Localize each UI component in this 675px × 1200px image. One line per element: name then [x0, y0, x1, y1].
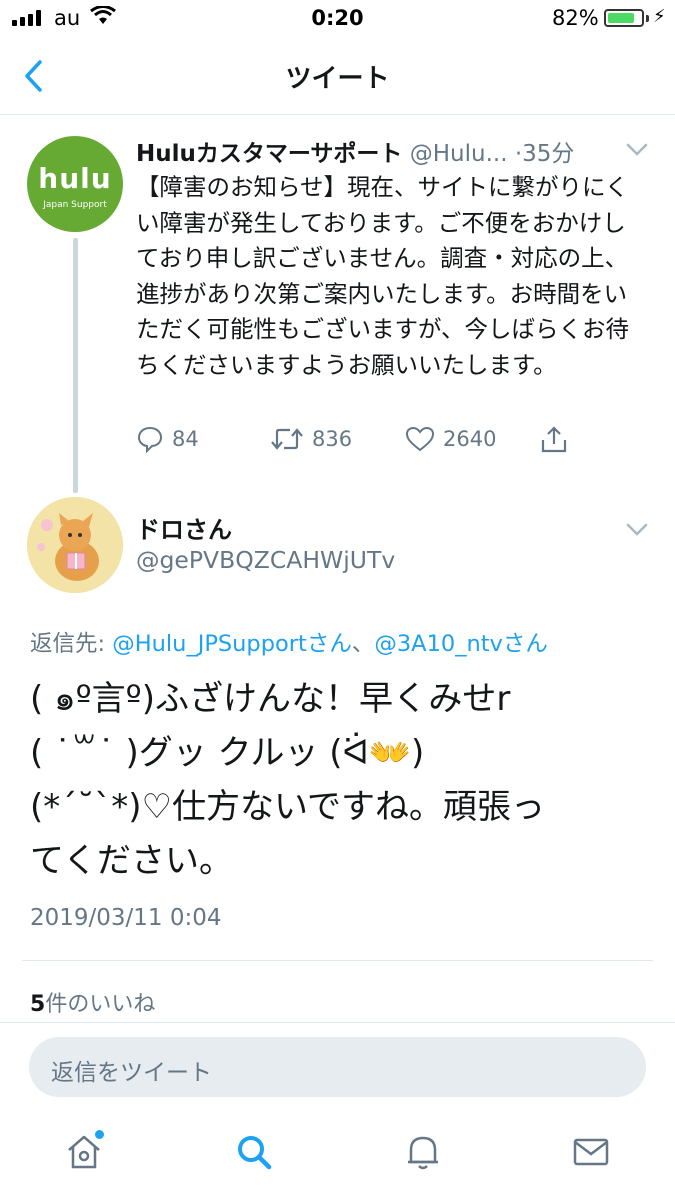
time-ago: ·35分 [514, 141, 575, 167]
chevron-down-icon [626, 143, 648, 156]
handle[interactable]: @Hulu... [410, 141, 508, 167]
tweet-text: 【障害のお知らせ】現在、サイトに繋がりにくい障害が発生しております。ご不便をおか… [136, 173, 630, 379]
tweet-text-line: ( ˙꒳˙ )グッ クルッ (ᐛ👐) [30, 733, 425, 773]
tweet-text-line: てください。 [30, 841, 233, 881]
share-button[interactable] [540, 425, 568, 455]
nav-bar: ツイート [0, 44, 675, 115]
tweet-text: ( ๑º言º)ふざけんな！早くみせr ( ˙꒳˙ )グッ クルッ (ᐛ👐) (*… [30, 672, 650, 888]
divider [22, 960, 653, 961]
page-title: ツイート [285, 64, 390, 94]
tab-bar [0, 1110, 675, 1200]
cat-avatar-icon [27, 497, 123, 593]
avatar-logo-subtext: Japan Support [43, 200, 107, 210]
tab-messages[interactable] [571, 1132, 611, 1176]
likes-label: 件のいいね [45, 992, 156, 1017]
like-count: 2640 [443, 427, 497, 451]
tweet-menu-button[interactable] [626, 142, 648, 161]
avatar[interactable] [27, 497, 123, 593]
retweet-icon [271, 428, 303, 450]
battery-icon [604, 9, 644, 27]
avatar-logo-text: hulu [38, 162, 112, 195]
retweet-button[interactable]: 836 [270, 425, 352, 453]
bell-icon [408, 1136, 438, 1170]
reply-to-label: 返信先: [30, 631, 106, 657]
battery-tip [646, 15, 649, 22]
battery-percent: 82% [552, 6, 599, 30]
mention-separator: 、 [351, 631, 375, 657]
divider [0, 1022, 675, 1023]
likes-summary[interactable]: 5件のいいね [30, 986, 155, 1018]
charging-icon: ⚡ [653, 6, 666, 27]
reply-to-line: 返信先: @Hulu_JPSupportさん、@3A10_ntvさん [30, 626, 548, 658]
heart-icon [405, 426, 435, 452]
retweet-count: 836 [312, 427, 353, 451]
mail-icon [573, 1138, 609, 1166]
chevron-down-icon [626, 523, 648, 536]
share-icon [541, 426, 567, 453]
display-name[interactable]: ドロさん [136, 510, 232, 545]
search-icon [238, 1136, 272, 1170]
tweet-text-line: ( ๑º言º)ふざけんな！早くみせr [30, 679, 511, 719]
reply-input[interactable]: 返信をツイート [29, 1037, 646, 1097]
tweet-header: Huluカスタマーサポート @Hulu... ·35分 [136, 134, 636, 167]
tweet-actions: 84 836 2640 [0, 425, 675, 465]
tab-search[interactable] [234, 1132, 274, 1176]
tweet-text-line: (*´˘`*)♡仕方ないですね。頑張っ [30, 787, 545, 827]
reply-count: 84 [172, 427, 199, 451]
like-button[interactable]: 2640 [405, 425, 496, 453]
mention-link[interactable]: @3A10_ntvさん [374, 631, 548, 657]
reply-placeholder: 返信をツイート [51, 1060, 212, 1086]
likes-count: 5 [30, 992, 46, 1017]
display-name[interactable]: Huluカスタマーサポート [136, 141, 402, 167]
handle[interactable]: @gePVBQZCAHWjUTv [136, 546, 395, 574]
status-bar: au 0:20 82% ⚡ [0, 0, 675, 36]
reply-icon [137, 426, 163, 453]
tweet-timestamp: 2019/03/11 0:04 [30, 905, 222, 931]
tab-notifications[interactable] [403, 1132, 443, 1176]
reply-button[interactable]: 84 [136, 425, 199, 453]
tweet-menu-button[interactable] [626, 522, 648, 541]
avatar[interactable]: hulu Japan Support [27, 136, 123, 232]
notification-dot [95, 1130, 104, 1139]
mention-link[interactable]: @Hulu_JPSupportさん [112, 631, 352, 657]
